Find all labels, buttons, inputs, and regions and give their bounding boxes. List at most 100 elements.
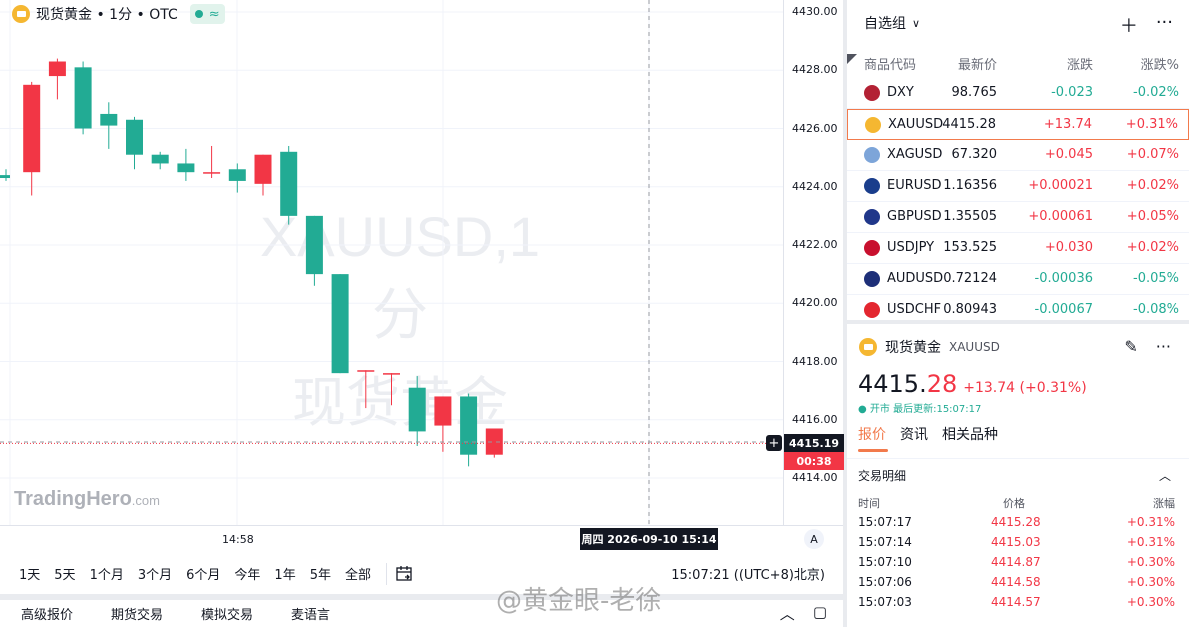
usdchf-flag-icon bbox=[864, 302, 880, 318]
trade-pct: +0.30% bbox=[1126, 575, 1175, 589]
trade-price: 4415.03 bbox=[991, 535, 1041, 549]
crosshair-add-icon[interactable]: + bbox=[766, 435, 782, 451]
price-tick-label: 4430.00 bbox=[792, 5, 838, 18]
row-change: +13.74 bbox=[1043, 117, 1092, 132]
market-open-dot-icon bbox=[194, 10, 203, 18]
row-change: -0.00036 bbox=[1034, 271, 1093, 286]
more-options-icon[interactable]: ··· bbox=[1156, 337, 1171, 356]
row-change-pct: -0.02% bbox=[1133, 85, 1179, 100]
candle bbox=[100, 102, 118, 149]
candle-body bbox=[280, 151, 298, 216]
crosshair-time-label: 周四 2026-09-10 15:14 bbox=[580, 528, 718, 550]
candle-body bbox=[434, 396, 452, 426]
trades-column-headers: 时间 价格 涨幅 bbox=[847, 492, 1189, 512]
right-sidebar: 自选组 ∨ ＋ ··· 商品代码 最新价 涨跌 涨跌% DXY 98.765 -0.… bbox=[847, 0, 1189, 627]
range-all-button[interactable]: 全部 bbox=[338, 564, 378, 583]
timezone-clock[interactable]: 15:07:21 ((UTC+8)北京) bbox=[671, 564, 825, 583]
range-6m-button[interactable]: 6个月 bbox=[179, 564, 227, 583]
chart-plot-area[interactable]: 现货黄金 • 1分 • OTC ≈ XAUUSD,1分 现货黄金 Trading… bbox=[0, 0, 783, 525]
col-change[interactable]: 涨跌 bbox=[1067, 54, 1093, 73]
more-options-icon[interactable]: ··· bbox=[1156, 12, 1173, 38]
symbol-detail-panel: 现货黄金 XAUUSD ✎ ··· 4415.28 +13.74 (+0.31%… bbox=[847, 324, 1189, 627]
auto-scale-button[interactable]: A bbox=[804, 529, 824, 549]
range-3m-button[interactable]: 3个月 bbox=[131, 564, 179, 583]
active-tab-indicator bbox=[858, 449, 888, 452]
tab-advanced-quote[interactable]: 高级报价 bbox=[0, 604, 90, 623]
price-tick-label: 4424.00 bbox=[792, 179, 838, 193]
range-1y-button[interactable]: 1年 bbox=[267, 564, 302, 583]
watchlist-row[interactable]: DXY 98.765 -0.023 -0.02% bbox=[847, 78, 1189, 109]
row-change: +0.00021 bbox=[1028, 178, 1093, 193]
col-symbol[interactable]: 商品代码 bbox=[864, 54, 916, 73]
bottom-panel-controls: ︿ ▢ bbox=[780, 603, 827, 624]
trade-row: 15:07:10 4414.87 +0.30% bbox=[847, 552, 1189, 572]
col-last[interactable]: 最新价 bbox=[958, 54, 997, 73]
edit-icon[interactable]: ✎ bbox=[1124, 337, 1137, 356]
row-last: 0.72124 bbox=[943, 271, 997, 286]
tab-mai-language[interactable]: 麦语言 bbox=[270, 604, 347, 623]
watchlist-row[interactable]: USDJPY 153.525 +0.030 +0.02% bbox=[847, 233, 1189, 264]
chevron-up-icon[interactable]: ︿ bbox=[1159, 459, 1171, 493]
candle bbox=[151, 151, 169, 170]
time-axis[interactable]: 14:58 周四 2026-09-10 15:14 A bbox=[0, 525, 843, 553]
watchlist-row[interactable]: AUDUSD 0.72124 -0.00036 -0.05% bbox=[847, 264, 1189, 295]
gold-icon bbox=[12, 5, 30, 23]
trade-price: 4414.57 bbox=[991, 595, 1041, 609]
watchlist-row[interactable]: XAUUSD 4415.28 +13.74 +0.31% bbox=[847, 109, 1189, 140]
range-1m-button[interactable]: 1个月 bbox=[83, 564, 131, 583]
detail-symbol: XAUUSD bbox=[949, 340, 1000, 354]
maximize-icon[interactable]: ▢ bbox=[813, 603, 827, 624]
collapse-chevron-up-icon[interactable]: ︿ bbox=[780, 603, 795, 624]
candle-body bbox=[254, 154, 272, 184]
range-ytd-button[interactable]: 今年 bbox=[227, 564, 267, 583]
price-tick-label: 4426.00 bbox=[792, 121, 838, 135]
tab-quote[interactable]: 报价 bbox=[858, 424, 886, 444]
trades-list: 15:07:17 4415.28 +0.31% 15:07:14 4415.03 +0.3… bbox=[847, 512, 1189, 612]
tab-futures-trading[interactable]: 期货交易 bbox=[90, 604, 180, 623]
col-price: 价格 bbox=[1003, 497, 1025, 510]
detail-name: 现货黄金 bbox=[885, 340, 941, 356]
candle bbox=[48, 58, 66, 100]
row-last: 67.320 bbox=[951, 147, 998, 162]
go-to-date-icon[interactable] bbox=[395, 565, 415, 583]
candle-body bbox=[408, 387, 426, 432]
tab-paper-trading[interactable]: 模拟交易 bbox=[180, 604, 270, 623]
tradinghero-logo: TradingHero.com bbox=[14, 488, 160, 510]
add-symbol-icon[interactable]: ＋ bbox=[1120, 12, 1138, 38]
trades-section-header[interactable]: 交易明细 ︿ bbox=[847, 458, 1189, 492]
trade-price: 4414.87 bbox=[991, 555, 1041, 569]
trade-row: 15:07:17 4415.28 +0.31% bbox=[847, 512, 1189, 532]
trade-time: 15:07:17 bbox=[858, 515, 912, 529]
candle bbox=[460, 393, 478, 467]
trade-price: 4414.58 bbox=[991, 575, 1041, 589]
watchlist-row[interactable]: USDCHF 0.80943 -0.00067 -0.08% bbox=[847, 295, 1189, 326]
tab-related[interactable]: 相关品种 bbox=[942, 424, 998, 444]
candle-body bbox=[100, 113, 118, 126]
candle-body bbox=[460, 396, 478, 455]
candle bbox=[177, 148, 195, 181]
candle bbox=[331, 274, 349, 374]
range-5y-button[interactable]: 5年 bbox=[303, 564, 338, 583]
watchlist-row[interactable]: EURUSD 1.16356 +0.00021 +0.02% bbox=[847, 171, 1189, 202]
price-axis[interactable]: 4415.19 00:38 4430.00 4428.00 4426.00 4424.… bbox=[783, 0, 844, 525]
col-change-pct[interactable]: 涨跌% bbox=[1141, 54, 1179, 73]
tab-news[interactable]: 资讯 bbox=[900, 424, 928, 444]
candle bbox=[383, 373, 400, 406]
candle bbox=[203, 145, 221, 179]
market-status-badge[interactable]: ≈ bbox=[189, 4, 225, 24]
row-symbol: XAUUSD bbox=[888, 117, 944, 132]
range-1d-button[interactable]: 1天 bbox=[0, 564, 47, 583]
trades-title: 交易明细 bbox=[858, 469, 907, 483]
range-5d-button[interactable]: 5天 bbox=[47, 564, 82, 583]
trade-time: 15:07:14 bbox=[858, 535, 912, 549]
watchlist-row[interactable]: XAGUSD 67.320 +0.045 +0.07% bbox=[847, 140, 1189, 171]
watchlist-rows: DXY 98.765 -0.023 -0.02% XAUUSD 4415.28 +13.74… bbox=[847, 78, 1189, 326]
watchlist-panel: 自选组 ∨ ＋ ··· 商品代码 最新价 涨跌 涨跌% DXY 98.765 -0.… bbox=[847, 0, 1189, 326]
price-tick-label: 4420.00 bbox=[792, 296, 838, 310]
row-symbol: GBPUSD bbox=[887, 209, 942, 224]
trade-row: 15:07:06 4414.58 +0.30% bbox=[847, 572, 1189, 592]
price-tick-label: 4418.00 bbox=[792, 354, 838, 368]
wave-icon: ≈ bbox=[208, 6, 220, 22]
flag-icon[interactable] bbox=[847, 54, 857, 64]
watchlist-row[interactable]: GBPUSD 1.35505 +0.00061 +0.05% bbox=[847, 202, 1189, 233]
